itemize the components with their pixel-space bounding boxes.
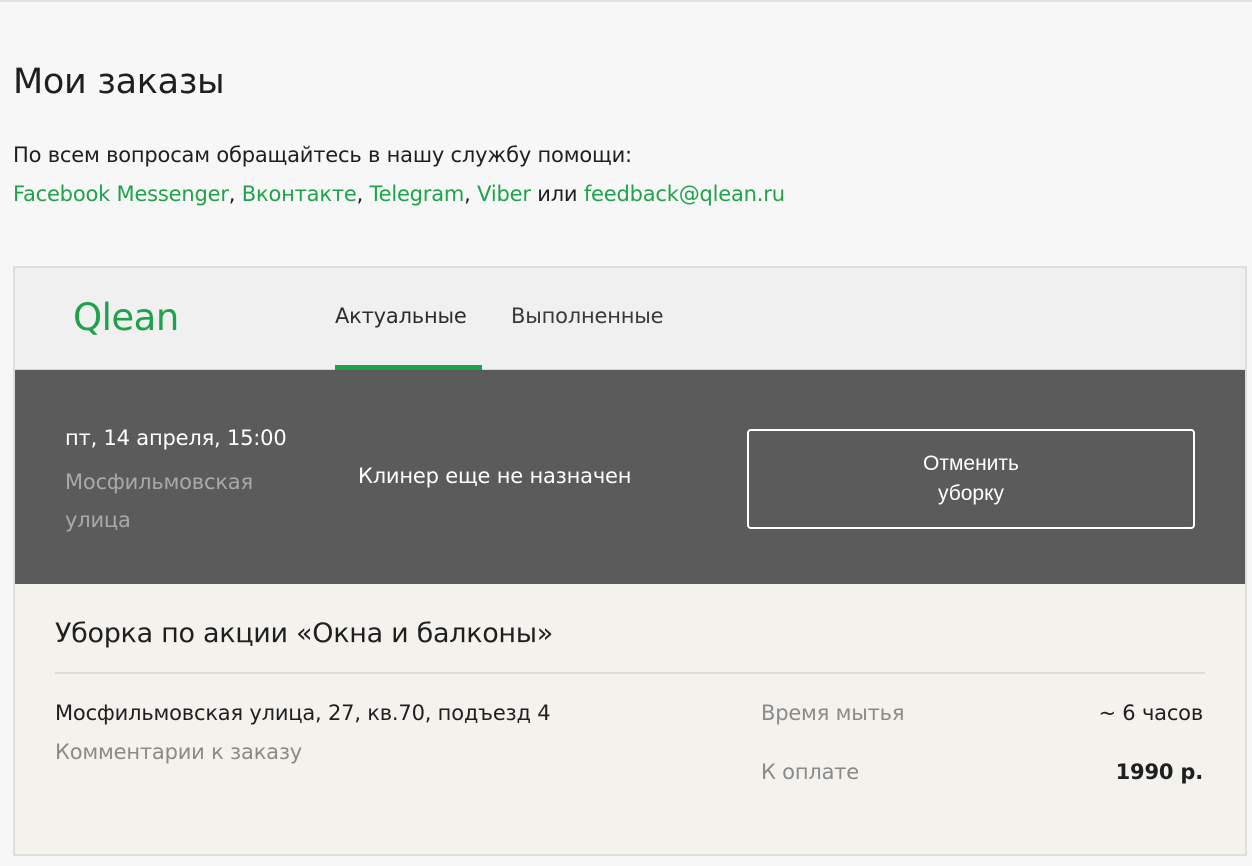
payment-value: 1990 р. [1115, 760, 1204, 784]
help-text: По всем вопросам обращайтесь в нашу служ… [13, 143, 632, 167]
orders-card: Qlean Актуальные Выполненные пт, 14 апре… [13, 266, 1247, 856]
order-comments-link[interactable]: Комментарии к заказу [55, 740, 302, 764]
separator-comma: , [228, 182, 236, 206]
wash-time-value: ~ 6 часов [1098, 701, 1203, 725]
cancel-cleaning-button[interactable]: Отменить уборку [747, 429, 1195, 529]
page-title: Мои заказы [13, 62, 225, 102]
order-summary-bar: пт, 14 апреля, 15:00 Мосфильмовская улиц… [15, 370, 1245, 584]
separator-comma: , [464, 182, 471, 206]
order-address: Мосфильмовская улица, 27, кв.70, подъезд… [55, 701, 551, 725]
cancel-button-label: Отменить уборку [923, 452, 1019, 505]
cleaner-status: Клинер еще не назначен [358, 464, 632, 488]
help-links: Facebook Messenger, Вконтакте, Telegram,… [13, 182, 785, 206]
service-title: Уборка по акции «Окна и балконы» [55, 618, 554, 649]
order-street: Мосфильмовская улица [65, 470, 253, 532]
facebook-messenger-link[interactable]: Facebook Messenger [13, 182, 229, 206]
order-details: Уборка по акции «Окна и балконы» Мосфиль… [15, 584, 1245, 854]
tab-current[interactable]: Актуальные [335, 304, 482, 370]
tab-completed[interactable]: Выполненные [511, 304, 664, 370]
or-text: или [537, 182, 578, 206]
wash-time-label: Время мытья [761, 701, 905, 725]
payment-label: К оплате [761, 760, 860, 784]
viber-link[interactable]: Viber [477, 182, 531, 206]
qlean-logo[interactable]: Qlean [73, 296, 179, 339]
vkontakte-link[interactable]: Вконтакте [242, 182, 357, 206]
telegram-link[interactable]: Telegram [370, 182, 465, 206]
separator-comma: , [356, 182, 364, 206]
feedback-email-link[interactable]: feedback@qlean.ru [584, 182, 785, 206]
order-date: пт, 14 апреля, 15:00 [65, 426, 287, 450]
divider [55, 672, 1205, 674]
card-header: Qlean Актуальные Выполненные [15, 268, 1245, 370]
orders-page: Мои заказы По всем вопросам обращайтесь … [0, 0, 1252, 866]
